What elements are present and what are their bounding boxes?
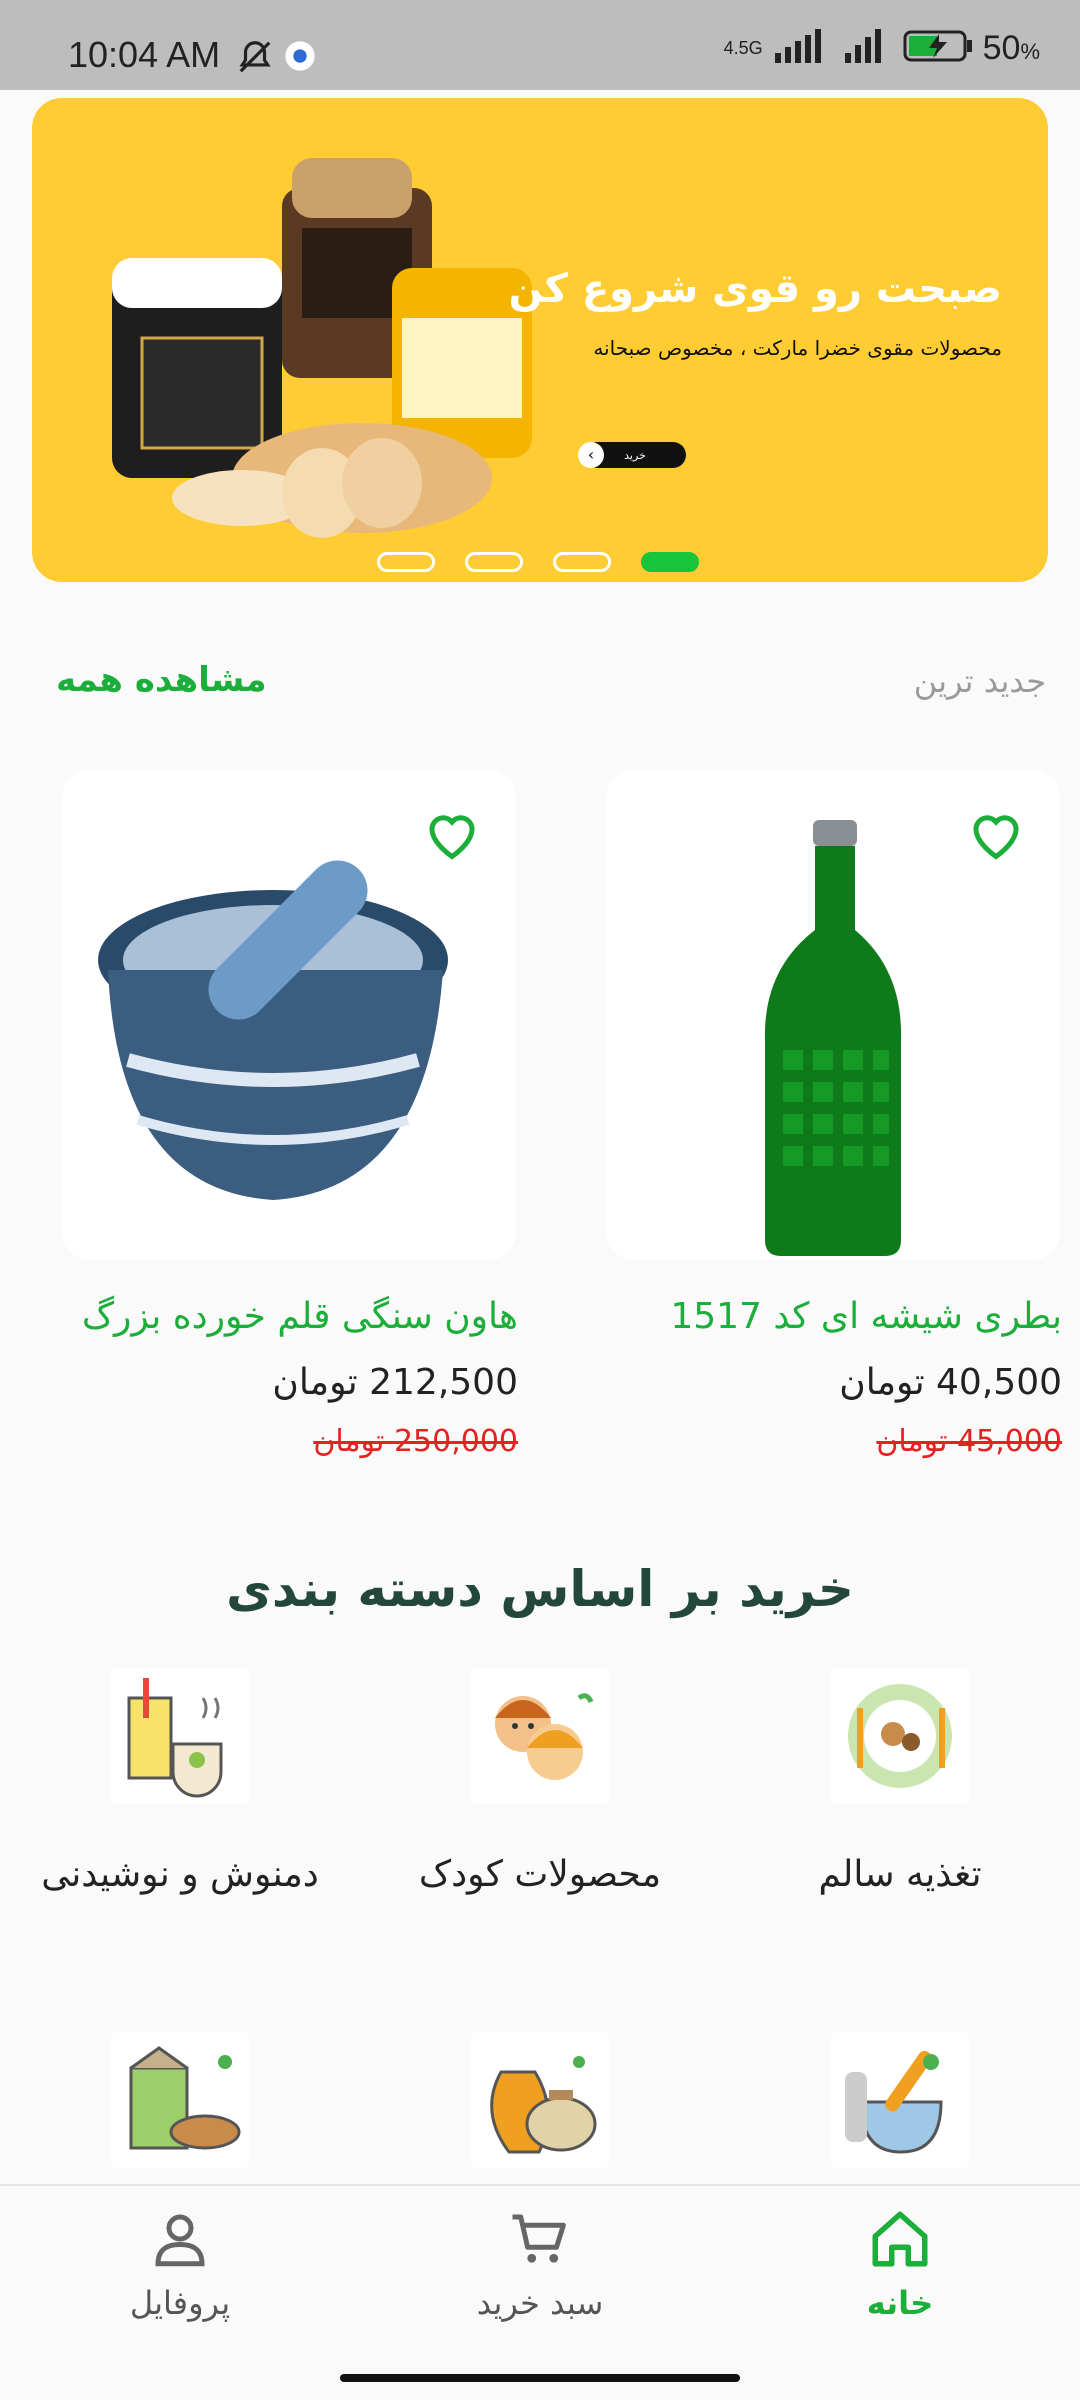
product-card[interactable] — [62, 770, 516, 1260]
mortar-pestle-icon — [831, 2032, 969, 2168]
category-label: دمنوش و نوشیدنی — [41, 1854, 319, 1895]
product-old-price: 45,000 تومان — [876, 1424, 1062, 1459]
status-bar: 10:04 AM 4.5G 50% — [0, 0, 1080, 90]
network-type: 4.5G — [723, 38, 763, 58]
carousel-dot[interactable] — [465, 552, 523, 572]
banner-buy-button[interactable]: ‹ خرید — [578, 442, 686, 468]
mute-bell-icon — [236, 38, 274, 80]
battery-percent: 50% — [983, 29, 1040, 68]
banner-buy-label: خرید — [624, 448, 646, 462]
product-price: 40,500 تومان — [839, 1362, 1062, 1403]
drinks-icon — [111, 1668, 249, 1804]
nav-profile[interactable]: پروفایل — [60, 2206, 300, 2322]
product-card[interactable] — [606, 770, 1060, 1260]
nav-home[interactable]: خانه — [780, 2206, 1020, 2322]
favorite-heart-icon[interactable] — [422, 804, 482, 864]
category-item[interactable]: دمنوش و نوشیدنی — [20, 1668, 340, 1895]
kids-products-icon — [471, 1668, 609, 1804]
promo-banner[interactable]: صبحت رو قوی شروع کن محصولات مقوی خضرا ما… — [32, 98, 1048, 582]
category-item[interactable] — [740, 2032, 1060, 2168]
signal-icon-2 — [843, 29, 893, 68]
status-icons: 4.5G 50% — [724, 28, 1040, 69]
pottery-icon — [471, 2032, 609, 2168]
section-title: جدید ترین — [913, 662, 1046, 700]
banner-subtitle: محصولات مقوی خضرا مارکت ، مخصوص صبحانه — [593, 336, 1002, 360]
stone-mortar-image — [98, 860, 448, 1200]
product-old-price: 250,000 تومان — [313, 1424, 518, 1459]
product-name[interactable]: بطری شیشه ای کد 1517 — [670, 1296, 1062, 1337]
battery-charging-icon — [903, 28, 973, 69]
gesture-home-bar[interactable] — [340, 2374, 740, 2382]
settings-gear-icon — [284, 40, 316, 76]
carousel-dot-active[interactable] — [641, 552, 699, 572]
carousel-indicator — [377, 552, 699, 572]
home-icon — [872, 2211, 928, 2267]
product-price: 212,500 تومان — [272, 1362, 518, 1403]
spices-icon — [111, 2032, 249, 2168]
status-time: 10:04 AM — [68, 34, 221, 75]
category-item[interactable] — [380, 2032, 700, 2168]
category-item[interactable] — [20, 2032, 340, 2168]
nav-profile-label: پروفایل — [129, 2284, 231, 2322]
product-name[interactable]: هاون سنگی قلم خورده بزرگ — [82, 1296, 518, 1337]
nav-cart[interactable]: سبد خرید — [420, 2206, 660, 2322]
newest-section-header: مشاهده همه جدید ترین — [0, 650, 1080, 710]
carousel-dot[interactable] — [553, 552, 611, 572]
favorite-heart-icon[interactable] — [966, 804, 1026, 864]
bottom-navigation: خانه سبد خرید پروفایل — [0, 2184, 1080, 2356]
profile-icon — [155, 2214, 205, 2267]
healthy-food-icon — [831, 1668, 969, 1804]
battery-value: 50 — [982, 29, 1021, 67]
signal-icon — [773, 29, 833, 68]
category-label: تغذیه سالم — [818, 1854, 982, 1895]
category-label: محصولات کودک — [418, 1854, 662, 1895]
category-item[interactable]: تغذیه سالم — [740, 1668, 1060, 1895]
category-item[interactable]: محصولات کودک — [380, 1668, 700, 1895]
carousel-dot[interactable] — [377, 552, 435, 572]
chevron-left-icon: ‹ — [578, 442, 604, 468]
see-all-link[interactable]: مشاهده همه — [56, 660, 267, 700]
categories-title: خرید بر اساس دسته بندی — [226, 1560, 854, 1618]
cart-icon — [512, 2214, 566, 2263]
battery-unit: % — [1020, 39, 1040, 64]
nav-cart-label: سبد خرید — [476, 2284, 604, 2322]
breakfast-products-image — [112, 158, 532, 538]
nav-home-label: خانه — [866, 2284, 934, 2322]
green-glass-bottle-image — [764, 820, 902, 1256]
banner-title: صبحت رو قوی شروع کن — [508, 266, 1002, 312]
